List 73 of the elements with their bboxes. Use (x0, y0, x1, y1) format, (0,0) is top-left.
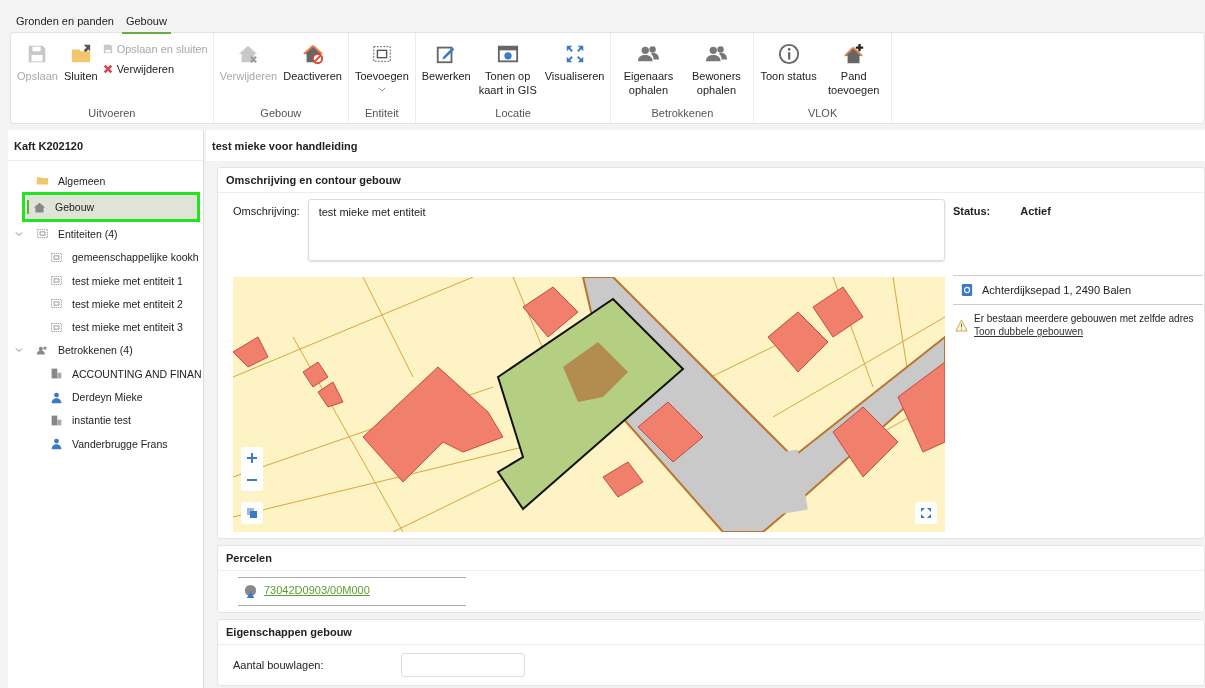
tree-item[interactable]: gemeenschappelijke kookh (8, 245, 203, 269)
building-icon (50, 413, 63, 427)
selection-icon (50, 297, 63, 311)
ribbon-tab[interactable]: Gronden en panden (12, 12, 118, 34)
plus-icon (246, 452, 258, 464)
fullscreen-button[interactable] (915, 502, 937, 524)
layers-icon (246, 507, 258, 519)
selection-icon (50, 320, 63, 334)
warning-icon (955, 319, 968, 332)
tree-item[interactable]: test mieke met entiteit 3 (8, 315, 203, 339)
input-field[interactable] (401, 653, 525, 677)
sidebar-title: Kaft K202120 (8, 130, 203, 161)
tree-item[interactable]: Derdeyn Mieke (8, 385, 203, 409)
globe-pin-icon (243, 584, 258, 599)
folder-icon (69, 43, 92, 65)
ribbon-button[interactable]: Bewerken (420, 43, 472, 107)
ribbon-button[interactable]: Toon status (759, 43, 818, 107)
house-cross-icon (237, 43, 260, 65)
ribbon-button[interactable]: Sluiten (63, 43, 99, 107)
warning-text: Er bestaan meerdere gebouwen met zelfde adres (974, 313, 1194, 324)
ribbon-button[interactable]: Verwijderen (102, 63, 208, 75)
ribbon-button[interactable]: Toevoegen (353, 43, 410, 107)
address-text: Achterdijksepad 1, 2490 Balen (982, 284, 1132, 296)
field-label: Omschrijving: (233, 204, 300, 219)
tree-item[interactable]: Algemeen (8, 169, 203, 193)
tree-item[interactable]: ACCOUNTING AND FINAN (8, 362, 203, 386)
group-label: Entiteit (364, 107, 400, 121)
save-icon (102, 44, 113, 54)
tree-item[interactable]: Gebouw (22, 192, 200, 223)
tree-item[interactable]: Betrokkenen (4) (8, 338, 203, 363)
ribbon-button[interactable]: Eigenaars ophalen (616, 43, 681, 107)
group-label: Betrokkenen (650, 107, 715, 121)
house-plus-icon (842, 43, 865, 65)
layers-button[interactable] (241, 502, 263, 524)
group-label: Locatie (494, 107, 532, 121)
globe-window-icon (496, 43, 519, 65)
address-book-icon (961, 283, 973, 297)
house-ban-icon (301, 43, 324, 65)
ribbon-button[interactable]: Pand toevoegen (821, 43, 886, 107)
ribbon-button[interactable]: Tonen op kaart in GIS (475, 43, 540, 107)
tree-item[interactable]: Entiteiten (4) (8, 222, 203, 246)
status-label: Status: (953, 205, 991, 219)
status-value: Actief (1020, 205, 1051, 219)
info-icon (777, 43, 800, 65)
group-label: Uitvoeren (87, 107, 137, 121)
ribbon-button[interactable]: Deactiveren (282, 43, 343, 107)
selection-icon (50, 250, 63, 264)
person-icon (50, 390, 63, 404)
field-label: Aantal bouwlagen: (233, 659, 324, 671)
duplicate-buildings-link[interactable]: Toon dubbele gebouwen (974, 326, 1083, 337)
person-icon (50, 437, 63, 451)
selection-icon (36, 227, 49, 241)
tree-item[interactable]: test mieke met entiteit 2 (8, 292, 203, 316)
house-icon (33, 200, 46, 214)
ribbon-button[interactable]: Bewoners ophalen (684, 43, 749, 107)
caret-icon (377, 87, 386, 92)
cross-icon (102, 64, 113, 74)
folder-icon (36, 174, 49, 188)
group-label: VLOK (806, 107, 839, 121)
page-title: test mieke voor handleiding (206, 130, 1205, 161)
building-icon (50, 367, 63, 381)
selection-icon (370, 43, 393, 65)
tree-item[interactable]: test mieke met entiteit 1 (8, 268, 203, 293)
selection-icon (50, 274, 63, 288)
tree-item[interactable]: instantie test (8, 408, 203, 432)
tree-item[interactable]: Vanderbrugge Frans (8, 431, 203, 456)
group-label: Gebouw (259, 107, 303, 121)
panel-title: Percelen (218, 546, 1204, 571)
panel-title: Omschrijving en contour gebouw (218, 168, 1204, 193)
panel-title: Eigenschappen gebouw (218, 620, 1204, 645)
description-field[interactable]: test mieke met entiteit (307, 199, 945, 261)
ribbon-button[interactable]: Visualiseren (543, 43, 606, 107)
fullscreen-icon (920, 507, 932, 519)
